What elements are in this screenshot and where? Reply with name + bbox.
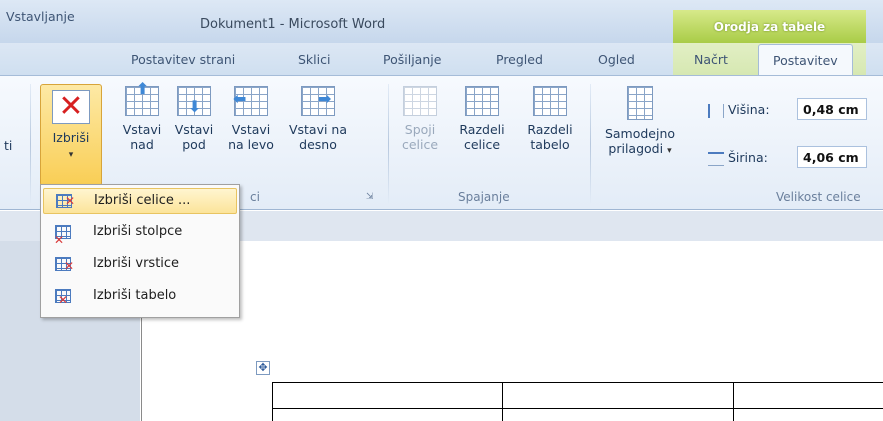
split-cells-label-1: Razdeli [459, 122, 505, 137]
row-height-icon [708, 103, 724, 118]
delete-table-x-icon: ✕ [52, 90, 90, 124]
autofit-label-2: prilagodi [608, 141, 664, 156]
split-cells-icon [465, 86, 499, 116]
partial-button-label: ti [4, 138, 13, 153]
merge-cells-label-1: Spoji [404, 122, 436, 137]
delete-dropdown-menu: ✕ Izbriši celice ... ✕ Izbriši stolpce ✕… [40, 184, 240, 318]
delete-table-label: Izbriši tabelo [93, 288, 177, 303]
delete-table-icon: ✕ [55, 289, 71, 307]
insert-below-label-2: pod [182, 137, 206, 152]
group-label-merge: Spajanje [458, 190, 510, 204]
insert-left-icon: ⬅ [233, 86, 268, 116]
menu-item-delete-rows[interactable]: ✕ Izbriši vrstice [43, 252, 237, 278]
tab-posiljanje[interactable]: Pošiljanje [383, 52, 441, 67]
table-move-handle-icon[interactable]: ✥ [256, 361, 270, 375]
delete-button[interactable]: ✕ Izbriši ▾ [40, 84, 102, 186]
autofit-label-1: Samodejno [604, 126, 676, 141]
tab-pregled[interactable]: Pregled [496, 52, 543, 67]
split-table-button[interactable]: Razdeli tabelo [522, 86, 578, 152]
tab-postavitev[interactable]: Postavitev [758, 44, 853, 77]
insert-below-icon: ⬇ [177, 86, 211, 116]
insert-right-label-1: Vstavi na [288, 122, 348, 137]
insert-left-label-2: na levo [228, 137, 274, 152]
merge-cells-icon [403, 86, 437, 116]
insert-above-label-2: nad [130, 137, 154, 152]
context-tab-group-title: Orodja za tabele [673, 10, 866, 43]
column-width-icon [708, 151, 724, 166]
table-border [733, 382, 734, 421]
insert-above-button[interactable]: ⬆ Vstavi nad [118, 81, 166, 153]
split-cells-button[interactable]: Razdeli celice [456, 86, 508, 152]
group-label-cell-size: Velikost celice [776, 190, 861, 204]
delete-cells-label: Izbriši celice ... [94, 193, 191, 208]
column-width-input[interactable]: 4,06 cm [797, 146, 867, 168]
insert-below-label-1: Vstavi [174, 122, 214, 137]
row-height-input[interactable]: 0,48 cm [797, 98, 867, 120]
autofit-icon [627, 86, 653, 120]
split-cells-label-2: celice [463, 137, 501, 152]
merge-cells-button[interactable]: Spoji celice [396, 86, 444, 152]
insert-left-button[interactable]: ⬅ Vstavi na levo [222, 86, 280, 152]
tab-postavitev-strani[interactable]: Postavitev strani [131, 52, 235, 67]
tab-nacrt[interactable]: Načrt [694, 52, 728, 67]
insert-right-label-2: desno [299, 137, 337, 152]
delete-rows-label: Izbriši vrstice [93, 256, 180, 271]
split-table-label-2: tabelo [530, 137, 570, 152]
table-border [272, 408, 883, 409]
height-label: Višina: [728, 102, 770, 117]
delete-cells-icon: ✕ [56, 194, 75, 208]
autofit-button[interactable]: Samodejno prilagodi ▾ [598, 86, 682, 159]
tab-vstavljanje[interactable]: Vstavljanje [6, 9, 75, 24]
width-row: Širina: [708, 150, 768, 166]
insert-right-icon: ➡ [301, 86, 335, 116]
insert-left-label-1: Vstavi [231, 122, 271, 137]
merge-cells-label-2: celice [401, 137, 439, 152]
split-table-label-1: Razdeli [527, 122, 573, 137]
menu-item-delete-table[interactable]: ✕ Izbriši tabelo [43, 284, 237, 310]
delete-columns-label: Izbriši stolpce [93, 224, 183, 239]
insert-above-label-1: Vstavi [122, 122, 162, 137]
tab-ogled[interactable]: Ogled [598, 52, 635, 67]
table-border [272, 382, 883, 383]
split-table-icon [533, 86, 567, 116]
insert-below-button[interactable]: ⬇ Vstavi pod [170, 86, 218, 152]
delete-button-label: Izbriši [52, 130, 90, 145]
window-title: Dokument1 - Microsoft Word [200, 17, 386, 32]
insert-above-icon: ⬆ [125, 81, 159, 116]
autofit-caret-icon: ▾ [667, 146, 672, 156]
menu-item-delete-columns[interactable]: ✕ Izbriši stolpce [43, 220, 237, 247]
menu-item-delete-cells[interactable]: ✕ Izbriši celice ... [43, 188, 237, 214]
insert-right-button[interactable]: ➡ Vstavi na desno [284, 86, 352, 152]
delete-rows-icon: ✕ [55, 257, 74, 273]
dropdown-caret-icon: ▾ [68, 150, 74, 160]
table-border [502, 382, 503, 421]
group-label-rows-columns: ci [250, 190, 260, 204]
tab-sklici[interactable]: Sklici [298, 52, 330, 67]
dialog-launcher-icon[interactable]: ⇲ [366, 192, 374, 202]
table-border [272, 382, 273, 421]
delete-columns-icon: ✕ [54, 225, 71, 247]
document-page[interactable] [141, 241, 883, 421]
width-label: Širina: [728, 150, 768, 165]
height-row: Višina: [708, 102, 770, 118]
